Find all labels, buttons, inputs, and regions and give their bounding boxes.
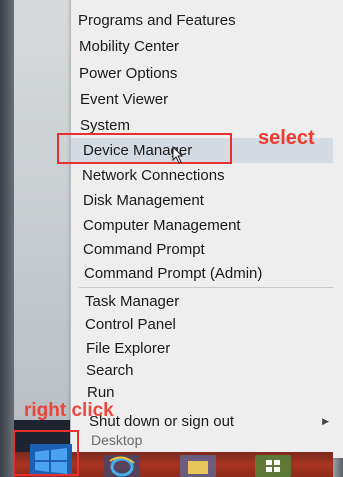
menu-item-label: Desktop <box>91 432 143 448</box>
screen: Programs and Features Mobility Center Po… <box>0 0 343 477</box>
menu-item-label: Search <box>86 361 134 379</box>
submenu-arrow-icon: ▶ <box>322 415 329 426</box>
menu-item-label: Power Options <box>79 64 178 82</box>
menu-item-desktop[interactable]: Desktop <box>71 429 333 451</box>
menu-item-programs-and-features[interactable]: Programs and Features <box>71 9 333 31</box>
menu-item-control-panel[interactable]: Control Panel <box>71 313 333 335</box>
menu-item-label: Event Viewer <box>80 90 169 108</box>
menu-item-computer-management[interactable]: Computer Management <box>71 214 333 236</box>
menu-separator <box>79 287 333 288</box>
menu-item-label: Command Prompt <box>83 240 205 258</box>
menu-item-label: Network Connections <box>82 166 225 184</box>
menu-item-task-manager[interactable]: Task Manager <box>71 290 333 312</box>
quick-link-menu: Programs and Features Mobility Center Po… <box>70 0 343 458</box>
menu-item-label: Run <box>87 383 115 401</box>
highlight-box-device-manager <box>57 133 232 164</box>
menu-item-network-connections[interactable]: Network Connections <box>71 164 333 186</box>
desktop-background <box>14 0 76 420</box>
highlight-box-start-button <box>13 430 79 476</box>
menu-item-command-prompt-admin[interactable]: Command Prompt (Admin) <box>71 262 333 284</box>
internet-explorer-icon[interactable] <box>104 455 140 477</box>
menu-item-label: Computer Management <box>83 216 241 234</box>
menu-item-label: Control Panel <box>85 315 176 333</box>
menu-item-mobility-center[interactable]: Mobility Center <box>71 35 333 57</box>
menu-item-command-prompt[interactable]: Command Prompt <box>71 238 333 260</box>
monitor-bezel-left <box>0 0 14 477</box>
menu-item-search[interactable]: Search <box>71 359 333 381</box>
menu-item-label: Command Prompt (Admin) <box>84 264 263 282</box>
menu-item-file-explorer[interactable]: File Explorer <box>71 337 333 359</box>
menu-item-label: Disk Management <box>83 191 204 209</box>
right-click-annotation: right click <box>24 400 114 421</box>
menu-item-label: Task Manager <box>85 292 180 310</box>
menu-item-label: File Explorer <box>86 339 171 357</box>
menu-item-event-viewer[interactable]: Event Viewer <box>71 88 333 110</box>
menu-item-power-options[interactable]: Power Options <box>71 62 333 84</box>
menu-item-label: Mobility Center <box>79 37 180 55</box>
menu-item-disk-management[interactable]: Disk Management <box>71 189 333 211</box>
select-annotation: select <box>258 127 315 149</box>
mouse-pointer-icon <box>172 146 184 164</box>
file-explorer-icon[interactable] <box>180 455 216 477</box>
store-icon[interactable] <box>255 455 291 477</box>
menu-item-label: System <box>80 116 131 134</box>
menu-item-label: Programs and Features <box>78 11 236 29</box>
